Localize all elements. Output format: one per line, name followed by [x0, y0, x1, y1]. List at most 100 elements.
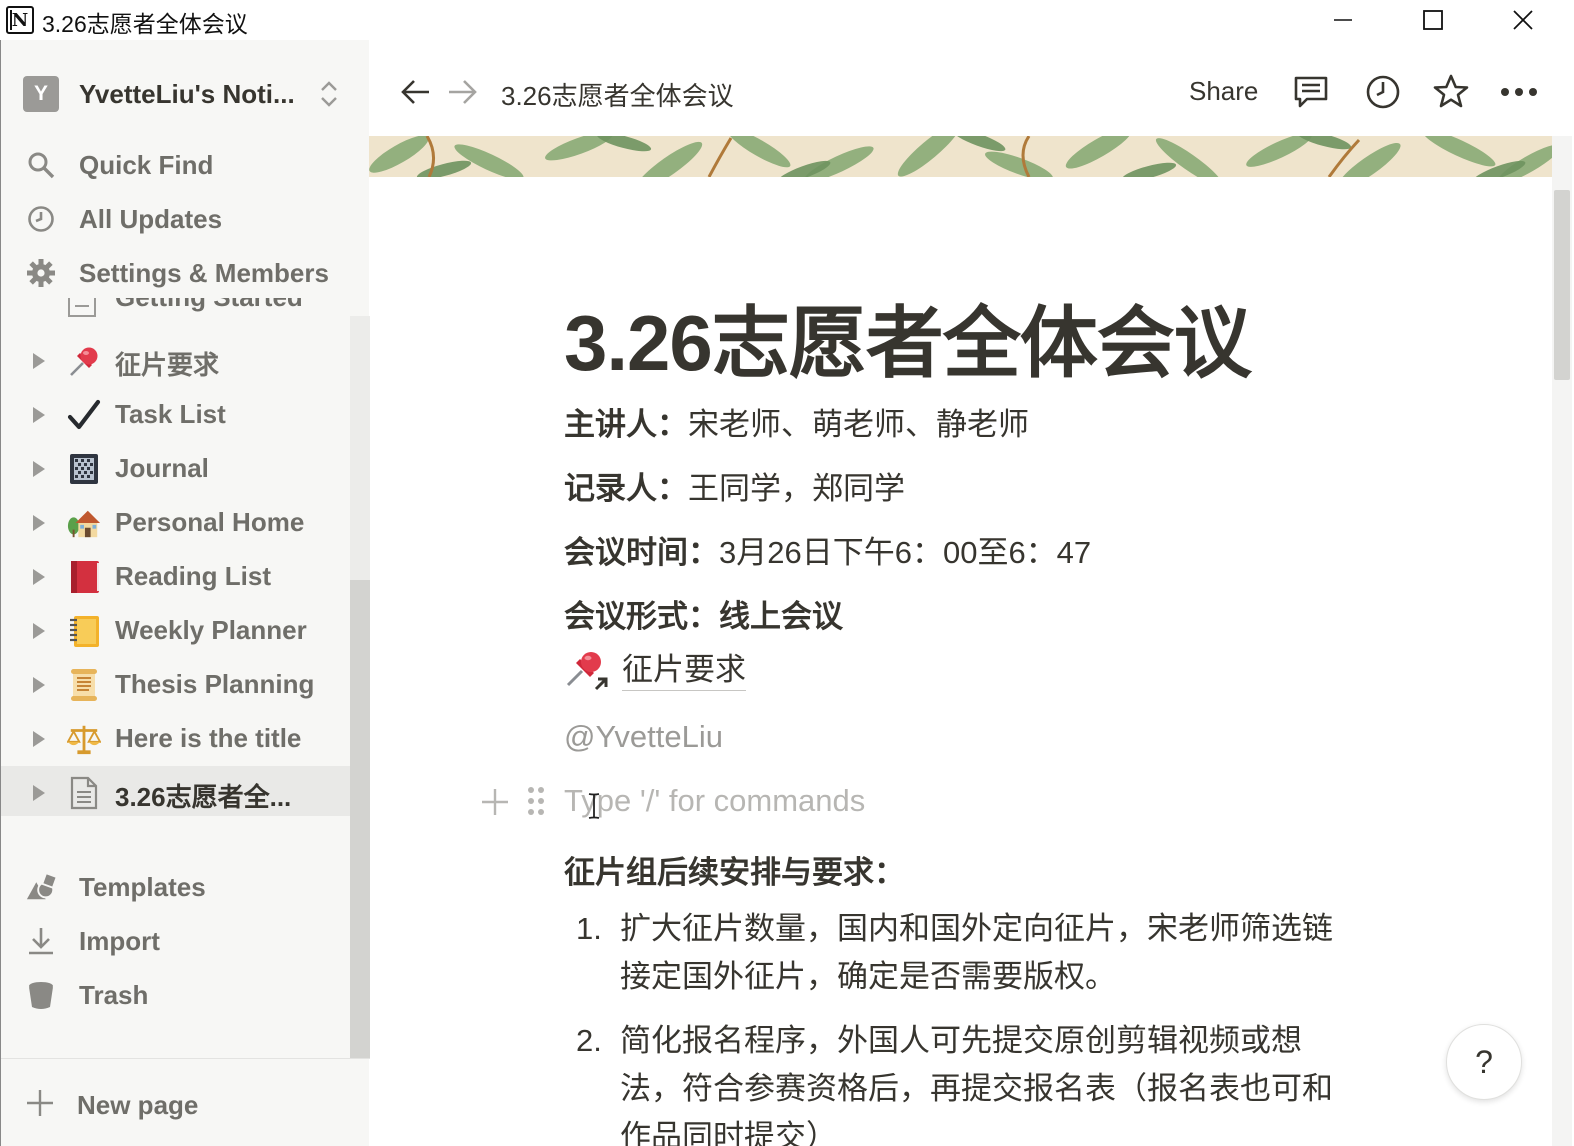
breadcrumb[interactable]: 3.26志愿者全体会议 — [501, 76, 734, 113]
list-text: 简化报名程序，外国人可先提交原创剪辑视频或想法，符合参赛资格后，再提交报名表（报… — [620, 1023, 1333, 1146]
prop-key: 会议时间： — [564, 535, 719, 570]
new-page-label: New page — [77, 1089, 199, 1120]
main-scrollbar-thumb[interactable] — [1554, 190, 1570, 380]
sidebar-item-label: Task List — [115, 399, 226, 429]
sidebar-quick-find[interactable]: Quick Find — [25, 142, 355, 188]
sidebar-page-list: 征片要求 Task List Journal Personal Home Rea… — [1, 316, 350, 816]
sidebar-item-reading-list[interactable]: Reading List — [1, 550, 350, 604]
new-page-button[interactable]: New page — [25, 1082, 198, 1128]
sidebar-trash-label: Trash — [79, 979, 149, 1010]
list-number: 1. — [576, 911, 602, 946]
favorite-button[interactable] — [1431, 72, 1471, 112]
speaker-line[interactable]: 主讲人：宋老师、萌老师、静老师 — [564, 399, 1029, 444]
workspace-switcher[interactable]: Y YvetteLiu's Noti... — [23, 74, 353, 114]
list-number: 2. — [576, 1023, 602, 1058]
linked-page-zhengpian[interactable]: 征片要求 — [564, 647, 746, 693]
workspace-avatar: Y — [23, 76, 59, 112]
sidebar-item-journal[interactable]: Journal — [1, 442, 350, 496]
updates-button[interactable] — [1363, 72, 1403, 112]
sidebar-settings-label: Settings & Members — [79, 257, 329, 288]
plus-icon — [482, 789, 508, 815]
sidebar-item-label: Here is the title — [115, 723, 302, 753]
drag-handle[interactable] — [526, 785, 546, 817]
sidebar-item-label: 3.26志愿者全... — [115, 782, 292, 812]
clock-icon — [1366, 75, 1400, 109]
sidebar-templates[interactable]: Templates — [25, 864, 345, 910]
arrow-right-icon — [449, 80, 477, 104]
more-button[interactable] — [1499, 72, 1539, 112]
expand-triangle-icon[interactable] — [33, 785, 45, 801]
expand-triangle-icon[interactable] — [33, 569, 45, 585]
list-text: 扩大征片数量，国内和国外定向征片，宋老师筛选链接定国外征片，确定是否需要版权。 — [620, 911, 1333, 994]
sidebar-item-label: Reading List — [115, 561, 272, 591]
expand-triangle-icon[interactable] — [33, 677, 45, 693]
sidebar-item-here-is-the-title[interactable]: Here is the title — [1, 712, 350, 766]
notebook-icon — [67, 452, 101, 486]
sidebar-all-updates-label: All Updates — [79, 203, 223, 234]
sidebar-templates-label: Templates — [79, 871, 206, 902]
add-block-button[interactable] — [480, 787, 510, 817]
expand-triangle-icon[interactable] — [33, 407, 45, 423]
maximize-button[interactable] — [1388, 0, 1478, 40]
sidebar-item-personal-home[interactable]: Personal Home — [1, 496, 350, 550]
page-icon — [67, 776, 101, 810]
window-titlebar: N 3.26志愿者全体会议 — [0, 0, 1574, 40]
sidebar-trash[interactable]: Trash — [25, 972, 345, 1018]
help-button[interactable]: ? — [1446, 1024, 1522, 1100]
divider — [1, 1058, 370, 1059]
recorder-line[interactable]: 记录人：王同学，郑同学 — [564, 463, 905, 508]
empty-block-input[interactable]: Type '/' for commands — [564, 783, 865, 819]
forward-button[interactable] — [445, 74, 481, 110]
close-button[interactable] — [1478, 0, 1568, 40]
comment-icon — [1294, 76, 1328, 108]
expand-triangle-icon[interactable] — [33, 353, 45, 369]
expand-triangle-icon[interactable] — [33, 623, 45, 639]
arrow-left-icon — [401, 80, 429, 104]
section-heading[interactable]: 征片组后续安排与要求： — [564, 847, 905, 892]
sidebar-all-updates[interactable]: All Updates — [25, 196, 355, 242]
checkmark-icon — [67, 398, 101, 432]
workspace-name: YvetteLiu's Noti... — [79, 78, 295, 109]
clock-icon — [25, 203, 57, 235]
plus-icon — [25, 1088, 55, 1123]
prop-value: 王同学，郑同学 — [688, 471, 905, 506]
sidebar-item-thesis-planning[interactable]: Thesis Planning — [1, 658, 350, 712]
search-icon — [25, 149, 57, 181]
user-mention[interactable]: @YvetteLiu — [564, 719, 723, 755]
page-cover-image[interactable] — [369, 136, 1552, 177]
back-button[interactable] — [397, 74, 433, 110]
sidebar-item-label: 征片要求 — [115, 350, 220, 380]
expand-triangle-icon[interactable] — [33, 515, 45, 531]
gear-icon — [25, 257, 57, 289]
meeting-format-line[interactable]: 会议形式：线上会议 — [564, 591, 843, 636]
download-icon — [25, 925, 57, 957]
prop-value: 宋老师、萌老师、静老师 — [688, 407, 1029, 442]
share-button[interactable]: Share — [1189, 76, 1258, 107]
sidebar-item-current-page[interactable]: 3.26志愿者全... — [1, 766, 350, 816]
sidebar: Y YvetteLiu's Noti... Quick Find All Upd… — [0, 40, 370, 1146]
page-title[interactable]: 3.26志愿者全体会议 — [564, 281, 1252, 393]
sidebar-import-label: Import — [79, 925, 160, 956]
minimize-button[interactable] — [1298, 0, 1388, 40]
sidebar-item-getting-started-partial[interactable]: Getting Started — [67, 298, 327, 318]
star-icon — [1433, 74, 1469, 108]
scroll-icon — [67, 668, 101, 702]
comments-button[interactable] — [1291, 72, 1331, 112]
window-title: 3.26志愿者全体会议 — [42, 11, 248, 37]
pushpin-link-icon — [564, 647, 610, 693]
sidebar-item-weekly-planner[interactable]: Weekly Planner — [1, 604, 350, 658]
spiral-notebook-icon — [67, 614, 101, 648]
sidebar-import[interactable]: Import — [25, 918, 345, 964]
pushpin-icon — [67, 344, 101, 378]
sidebar-settings[interactable]: Settings & Members — [25, 250, 355, 296]
meeting-time-line[interactable]: 会议时间：3月26日下午6：00至6：47 — [564, 527, 1091, 572]
sidebar-scrollbar-thumb[interactable] — [350, 580, 370, 1058]
expand-triangle-icon[interactable] — [33, 731, 45, 747]
expand-triangle-icon[interactable] — [33, 461, 45, 477]
page-topbar: 3.26志愿者全体会议 Share — [369, 40, 1574, 136]
prop-key: 记录人： — [564, 471, 688, 506]
page-icon: Getting Started — [68, 298, 303, 317]
sidebar-item-task-list[interactable]: Task List — [1, 388, 350, 442]
sidebar-item-zhengpian[interactable]: 征片要求 — [1, 334, 350, 388]
red-book-icon — [67, 560, 101, 594]
